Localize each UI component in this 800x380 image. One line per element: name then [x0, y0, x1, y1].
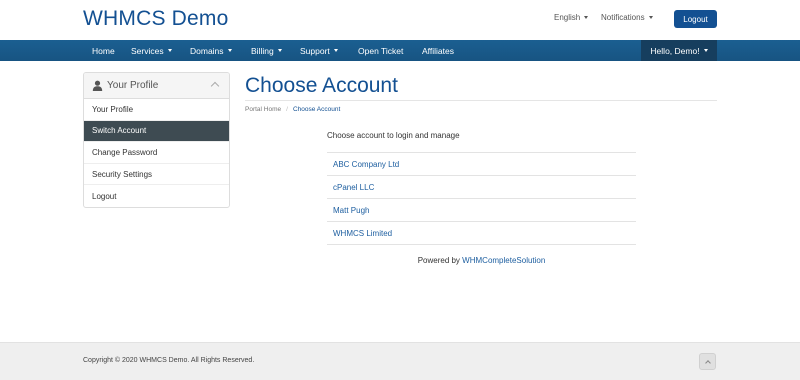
language-dropdown[interactable]: English	[554, 13, 589, 22]
language-label: English	[554, 13, 581, 22]
sidebar-item-change-password[interactable]: Change Password	[84, 142, 229, 164]
notifications-dropdown[interactable]: Notifications	[601, 13, 653, 22]
page-title: Choose Account	[245, 74, 398, 97]
breadcrumb-current: Choose Account	[292, 106, 341, 113]
caret-down-icon	[584, 16, 589, 19]
nav-open-ticket-label: Open Ticket	[358, 45, 404, 56]
back-to-top-button[interactable]	[699, 353, 716, 370]
caret-down-icon	[333, 49, 338, 52]
nav-support[interactable]: Support	[300, 40, 338, 61]
sidebar-title: Your Profile	[107, 80, 159, 91]
sidebar-item-security-settings[interactable]: Security Settings	[84, 164, 229, 186]
footer: Copyright © 2020 WHMCS Demo. All Rights …	[0, 342, 800, 380]
chevron-up-icon	[705, 360, 711, 366]
caret-down-icon	[277, 49, 282, 52]
copyright-text: Copyright © 2020 WHMCS Demo. All Rights …	[83, 357, 255, 364]
account-link-cpanel[interactable]: cPanel LLC	[327, 176, 636, 199]
sidebar-item-logout[interactable]: Logout	[84, 185, 229, 207]
main-navbar: Home Services Domains Billing Support Op…	[0, 40, 800, 61]
nav-affiliates[interactable]: Affiliates	[422, 40, 454, 61]
account-link-matt-pugh[interactable]: Matt Pugh	[327, 199, 636, 222]
breadcrumb-home[interactable]: Portal Home	[245, 106, 281, 113]
nav-domains-label: Domains	[190, 45, 224, 56]
caret-down-icon	[227, 49, 232, 52]
breadcrumb: Portal Home / Choose Account	[245, 106, 340, 113]
powered-by-prefix: Powered by	[417, 256, 460, 265]
nav-affiliates-label: Affiliates	[422, 45, 454, 56]
nav-support-label: Support	[300, 45, 330, 56]
account-link-abc-company[interactable]: ABC Company Ltd	[327, 153, 636, 176]
sidebar-item-switch-account[interactable]: Switch Account	[84, 120, 229, 143]
powered-by: Powered by WHMCompleteSolution	[327, 256, 636, 265]
sidebar-item-your-profile[interactable]: Your Profile	[84, 99, 229, 121]
user-menu-dropdown[interactable]: Hello, Demo!	[641, 40, 717, 61]
nav-home[interactable]: Home	[92, 40, 115, 61]
nav-home-label: Home	[92, 45, 115, 56]
header: WHMCS Demo English Notifications Logout	[0, 0, 800, 40]
nav-domains[interactable]: Domains	[190, 40, 232, 61]
nav-services[interactable]: Services	[131, 40, 172, 61]
account-link-whmcs-limited[interactable]: WHMCS Limited	[327, 222, 636, 245]
site-logo[interactable]: WHMCS Demo	[83, 7, 229, 31]
title-divider	[245, 100, 717, 101]
caret-down-icon	[703, 49, 708, 52]
nav-services-label: Services	[131, 45, 164, 56]
profile-sidebar: Your Profile Your Profile Switch Account…	[83, 72, 230, 208]
nav-open-ticket[interactable]: Open Ticket	[358, 40, 403, 61]
powered-by-link[interactable]: WHMCompleteSolution	[462, 256, 545, 265]
caret-down-icon	[648, 16, 653, 19]
chevron-up-icon[interactable]	[210, 81, 220, 91]
logout-button[interactable]: Logout	[674, 10, 717, 28]
caret-down-icon	[167, 49, 172, 52]
intro-text: Choose account to login and manage	[327, 131, 460, 140]
account-list: ABC Company Ltd cPanel LLC Matt Pugh WHM…	[327, 152, 636, 245]
breadcrumb-separator: /	[286, 106, 288, 113]
sidebar-header[interactable]: Your Profile	[84, 73, 229, 99]
nav-billing-label: Billing	[251, 45, 274, 56]
nav-billing[interactable]: Billing	[251, 40, 282, 61]
user-icon	[92, 80, 103, 91]
user-menu-label: Hello, Demo!	[650, 45, 700, 56]
notifications-label: Notifications	[601, 13, 645, 22]
